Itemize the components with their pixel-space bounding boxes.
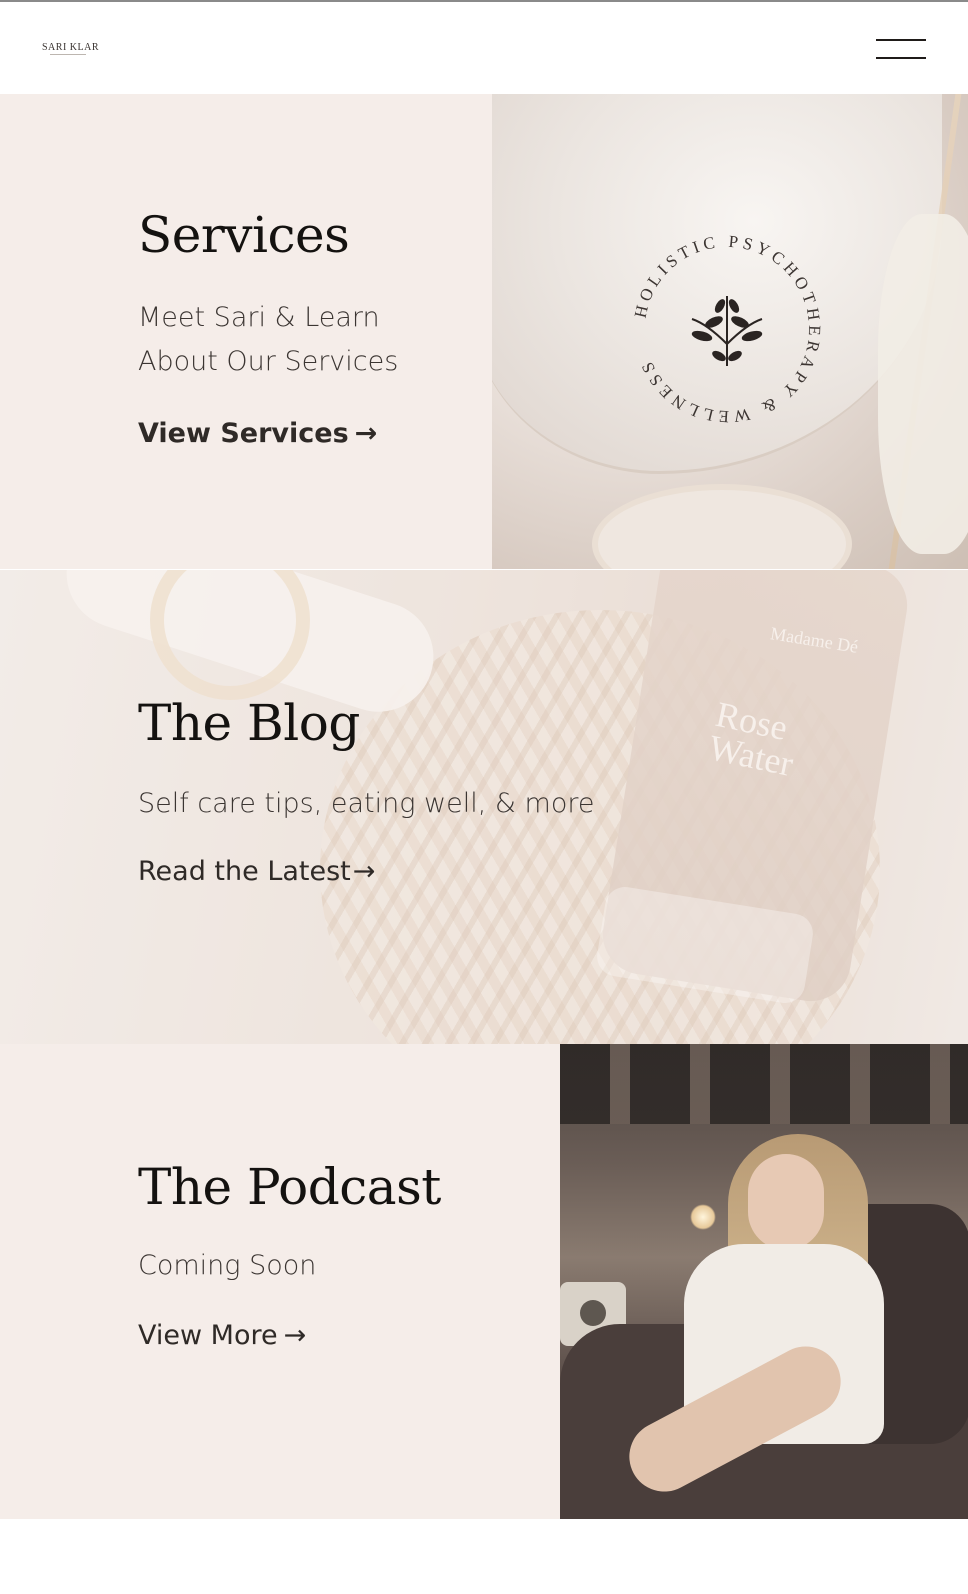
podcast-title: The Podcast [138,1158,441,1216]
services-subtitle-line: Meet Sari & Learn [138,302,380,333]
services-title: Services [138,206,350,264]
stone-rim [592,484,852,569]
vintage-sign [560,1044,968,1124]
holistic-badge-logo: HOLISTIC PSYCHOTHERAPY & WELLNESS [631,232,820,427]
arrow-right-icon: → [283,1320,307,1351]
view-more-link[interactable]: View More → [138,1320,306,1351]
arrow-right-icon: → [352,856,376,887]
podcast-subtitle: Coming Soon [138,1250,317,1281]
arrow-right-icon: → [354,418,378,449]
blog-title: The Blog [138,694,360,752]
read-latest-label: Read the Latest [138,856,351,887]
lamp-light [690,1204,716,1230]
view-services-label: View Services [138,418,349,449]
hamburger-icon-line [876,57,926,59]
podcast-section: The Podcast Coming Soon View More → [0,1044,968,1519]
person-face [748,1154,824,1250]
services-section: Services Meet Sari & Learn About Our Ser… [0,94,968,569]
podcast-photo [560,1044,968,1519]
view-services-link[interactable]: View Services → [138,418,377,449]
hamburger-icon-line [876,39,926,41]
site-logo[interactable]: SARI KLAR [42,42,99,53]
blog-section: Madame Dé Rose Water The Blog Self care … [0,570,968,1045]
blog-subtitle: Self care tips, eating well, & more [138,788,595,819]
quartz-crystal [878,214,968,554]
services-subtitle-line: About Our Services [138,346,399,377]
site-header: SARI KLAR [0,2,968,94]
view-more-label: View More [138,1320,278,1351]
logo-tagline-rule [50,54,86,55]
botanical-sprig-icon [691,296,763,366]
services-image: HOLISTIC PSYCHOTHERAPY & WELLNESS [492,94,968,569]
menu-button[interactable] [876,36,926,62]
read-latest-link[interactable]: Read the Latest→ [138,856,375,887]
services-subtitle: Meet Sari & Learn About Our Services [138,296,398,384]
